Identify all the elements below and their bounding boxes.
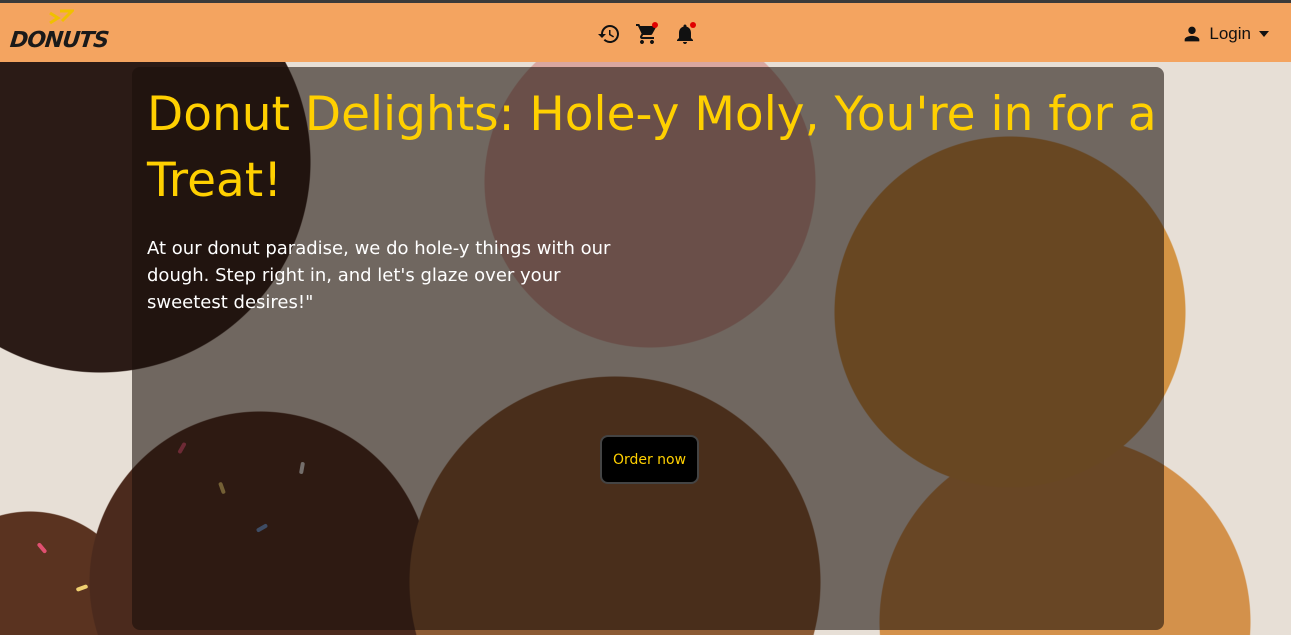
navbar: DONUTS Login [0,3,1291,62]
history-button[interactable] [597,22,621,46]
chevron-down-icon [1259,31,1269,37]
logo-mark-icon [49,9,74,25]
nav-icon-group [597,21,697,47]
history-icon [598,25,619,43]
hero-subtitle: At our donut paradise, we do hole-y thin… [147,238,611,313]
cart-notification-dot [652,22,658,28]
login-menu[interactable]: Login [1181,23,1271,45]
cart-button[interactable] [635,22,659,46]
notifications-button[interactable] [673,22,697,46]
order-now-button[interactable]: Order now [600,435,699,484]
brand-logo[interactable]: DONUTS [8,9,114,59]
bell-notification-dot [690,22,696,28]
login-label: Login [1209,24,1251,43]
user-icon [1185,26,1200,42]
hero-title: Donut Delights: Hole-y Moly, You're in f… [147,87,1157,208]
logo-text: DONUTS [8,28,110,53]
